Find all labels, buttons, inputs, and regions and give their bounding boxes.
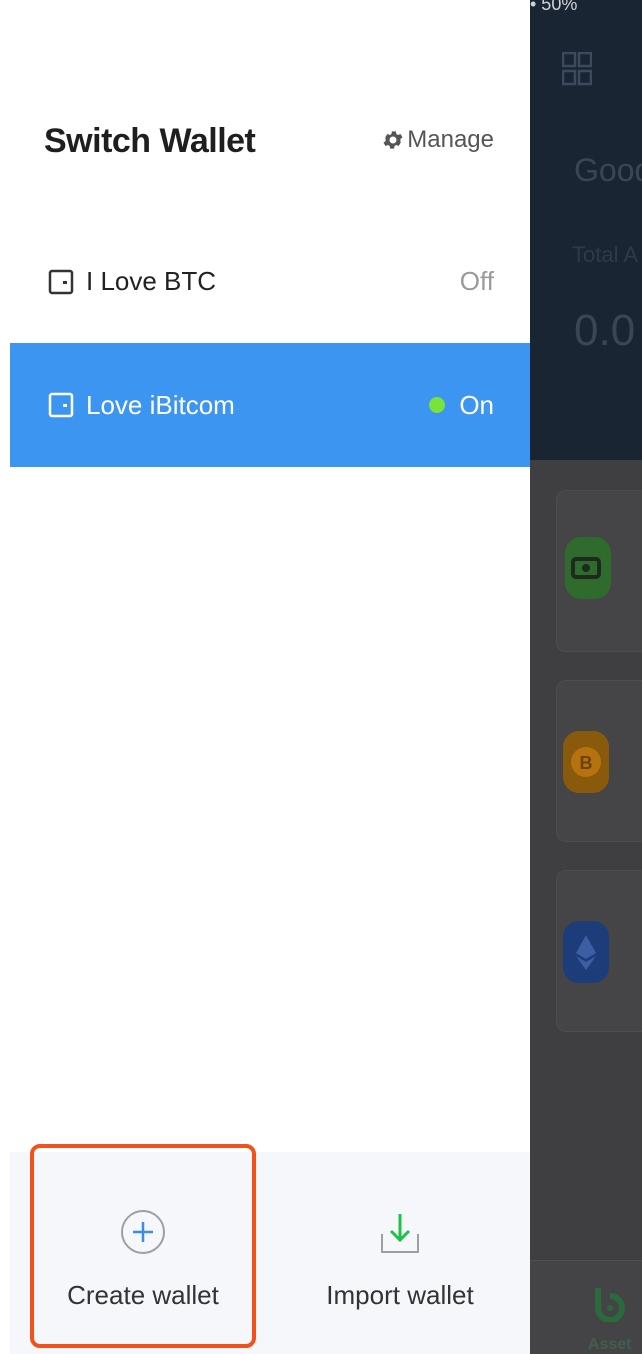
wallet-status: Off [460,266,494,297]
total-amount: 0.0 [574,306,636,355]
wallet-item-love-ibitcom[interactable]: Love iBitcom On [10,343,530,467]
create-wallet-button[interactable]: Create wallet [30,1144,256,1348]
status-bar-text: • 50% [530,0,578,14]
background-header: • 50% Good Total A 0.0 [530,0,642,460]
wallet-name: Love iBitcom [86,389,235,420]
wallet-icon [48,269,74,294]
import-wallet-button[interactable]: Import wallet [280,1152,520,1354]
wallet-item-i-love-btc[interactable]: I Love BTC Off [10,220,530,344]
switch-wallet-drawer: Switch Wallet Manage I Love BTC Off Love… [0,0,530,1354]
wallet-name: I Love BTC [86,266,217,296]
import-wallet-label: Import wallet [326,1280,474,1310]
plus-circle-icon [121,1210,165,1254]
wallet-status-label: On [459,389,494,420]
create-wallet-label: Create wallet [67,1280,219,1310]
grid-menu-icon [562,52,592,86]
ethereum-coin-icon [563,921,609,983]
wallet-status-label: Off [459,266,494,296]
bitcoin-coin-icon: B [563,731,609,793]
manage-button[interactable]: Manage [381,126,494,154]
online-dot-icon [429,397,446,413]
gear-icon [383,131,403,149]
asset-tab-label: Asset [588,1336,632,1353]
drawer-title: Switch Wallet [44,122,256,160]
manage-label: Manage [407,126,494,153]
total-assets-label: Total A [572,242,639,267]
cash-coin-icon [565,537,611,599]
asset-card [556,490,642,652]
svg-text:B: B [580,753,593,773]
background-app: • 50% Good Total A 0.0 B Asset [530,0,642,1354]
wallet-status: On [429,390,494,421]
asset-card [556,870,642,1032]
wallet-icon [48,392,74,418]
asset-card: B [556,680,642,842]
asset-tab-icon [595,1288,625,1322]
import-download-icon [381,1214,419,1253]
wallet-actions-bar: Create wallet Import wallet [10,1144,530,1354]
greeting-text: Good [574,152,642,188]
